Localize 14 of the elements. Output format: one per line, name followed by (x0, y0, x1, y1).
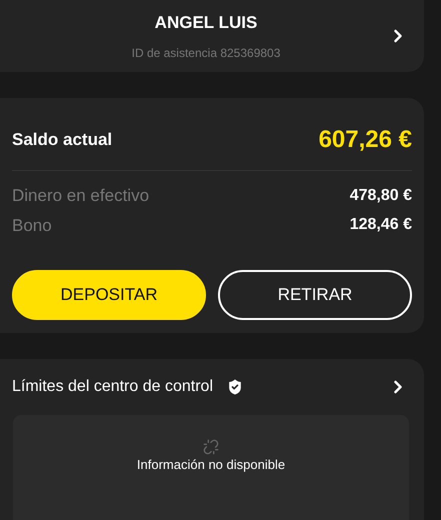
balance-row-label: Bono (12, 214, 52, 236)
deposit-button[interactable]: DEPOSITAR (12, 270, 206, 320)
withdraw-button[interactable]: RETIRAR (218, 270, 412, 320)
user-name: ANGEL LUIS (154, 12, 258, 34)
assistance-id: ID de asistencia 825369803 (132, 44, 280, 62)
profile-card[interactable]: ANGEL LUIS ID de asistencia 825369803 (0, 0, 424, 72)
limits-title: Límites del centro de control (12, 377, 213, 397)
balance-row-label: Dinero en efectivo (12, 185, 150, 207)
balance-row-value: 478,80 € (350, 186, 412, 206)
unavailable-message: Información no disponible (136, 456, 286, 474)
balance-label: Saldo actual (12, 129, 112, 152)
balance-amount: 607,26 € (318, 125, 412, 155)
broken-link-icon (203, 439, 219, 455)
balance-row-value: 128,46 € (350, 215, 412, 236)
